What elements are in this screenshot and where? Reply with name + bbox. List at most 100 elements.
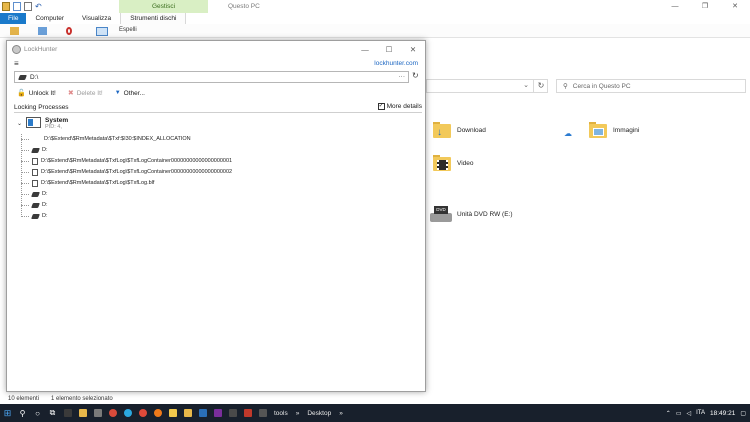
drive-label: Unità DVD RW (E:)	[457, 210, 513, 218]
ribbon-body: Espelli	[0, 24, 750, 38]
minimize-button[interactable]: —	[660, 0, 690, 13]
list-item[interactable]: D:\$Extend\$RmMetadata\$TxfLog\$TxfLogCo…	[21, 167, 232, 177]
folder-icon[interactable]	[2, 2, 10, 11]
toolbar-desktop[interactable]: Desktop	[303, 410, 335, 417]
close-button[interactable]: ✕	[720, 0, 750, 13]
explorer-icon[interactable]	[75, 404, 90, 422]
taskbar: ⊞ ⚲ ○ ⧉ tools » Desktop » ⌃ ▭ ◁ ITA 18:4…	[0, 404, 750, 422]
notification-icon[interactable]: ▢	[740, 410, 746, 417]
drive-icon	[31, 213, 40, 219]
item-count: 10 elementi	[8, 396, 40, 402]
network-icon[interactable]: ▭	[676, 410, 682, 417]
browse-button[interactable]: ···	[399, 72, 406, 82]
terminal-icon[interactable]	[195, 404, 210, 422]
file-icon	[32, 179, 38, 187]
start-button[interactable]: ⊞	[0, 404, 15, 422]
chevron-icon[interactable]: »	[292, 410, 304, 417]
search-input[interactable]: ⚲ Cerca in Questo PC	[556, 79, 746, 93]
locked-path: D:	[42, 191, 48, 197]
minimize-button[interactable]: —	[353, 41, 377, 58]
list-item[interactable]: D:	[21, 211, 48, 221]
settings-icon[interactable]	[255, 404, 270, 422]
firefox-icon[interactable]	[150, 404, 165, 422]
unlock-button[interactable]: 🔓 Unlock It!	[17, 89, 56, 98]
optimize-icon[interactable]	[38, 27, 47, 35]
undo-icon[interactable]: ↶	[35, 2, 43, 11]
tab-drive-tools[interactable]: Strumenti dischi	[120, 13, 187, 24]
refresh-icon[interactable]: ↻	[412, 71, 419, 80]
drive-icon	[18, 74, 27, 80]
tab-view[interactable]: Visualizza	[73, 13, 120, 24]
title-bar[interactable]: LockHunter — ☐ ✕	[7, 41, 425, 58]
chrome-icon[interactable]	[135, 404, 150, 422]
folder-icon[interactable]	[180, 404, 195, 422]
refresh-icon[interactable]: ↻	[533, 79, 548, 93]
list-item[interactable]: D:	[21, 200, 48, 210]
media-icon[interactable]	[105, 404, 120, 422]
close-button[interactable]: ✕	[401, 41, 425, 58]
list-item[interactable]: D:	[21, 189, 48, 199]
format-icon[interactable]	[10, 27, 19, 35]
app-icon[interactable]	[90, 404, 105, 422]
list-item[interactable]: D:	[21, 145, 48, 155]
process-node[interactable]: ⌄ System PID: 4,	[17, 117, 68, 130]
checkbox-checked-icon: ✓	[377, 103, 385, 110]
website-link[interactable]: lockhunter.com	[374, 60, 418, 67]
file-icon	[32, 157, 38, 165]
list-item[interactable]: D:\$Extend\$RmMetadata\$Txf:$I30:$INDEX_…	[21, 134, 191, 144]
drive-icon	[31, 147, 40, 153]
task-view-icon[interactable]: ⧉	[45, 404, 60, 422]
selection-count: 1 elemento selezionato	[51, 396, 113, 402]
hamburger-menu-icon[interactable]: ≡	[14, 59, 19, 68]
properties-icon[interactable]	[13, 2, 21, 11]
locked-path: D:\$Extend\$RmMetadata\$TxfLog\$TxfLogCo…	[41, 169, 233, 175]
dvd-drive[interactable]: DVD Unità DVD RW (E:)	[430, 205, 513, 223]
cortana-icon[interactable]: ○	[30, 404, 45, 422]
folder-download[interactable]: ↓ Download	[433, 122, 486, 138]
lockhunter-logo-icon	[12, 45, 21, 54]
window-title: LockHunter	[24, 46, 58, 53]
more-details-checkbox[interactable]: ✓ More details	[377, 103, 422, 110]
delete-label: Delete It!	[76, 89, 103, 97]
editor-icon[interactable]	[225, 404, 240, 422]
maximize-button[interactable]: ☐	[377, 41, 401, 58]
language-indicator[interactable]: ITA	[696, 410, 705, 416]
list-item[interactable]: D:\$Extend\$RmMetadata\$TxfLog\$TxfLog.b…	[21, 178, 154, 188]
dropdown-triangle-icon: ▼	[114, 90, 121, 96]
lockhunter-icon[interactable]	[240, 404, 255, 422]
eject-button[interactable]: Espelli	[119, 27, 137, 33]
edge-icon[interactable]	[120, 404, 135, 422]
other-button[interactable]: ▼ Other...	[115, 90, 145, 97]
chevron-down-icon[interactable]: ⌄	[519, 79, 533, 93]
folder-label: Video	[457, 159, 474, 167]
tab-file[interactable]: File	[0, 13, 27, 24]
path-input[interactable]: D:\ ···	[14, 71, 409, 83]
chevron-icon[interactable]: »	[335, 410, 347, 417]
locked-path: D:\$Extend\$RmMetadata\$TxfLog\$TxfLog.b…	[41, 180, 155, 186]
cloud-icon: ☁	[564, 129, 572, 138]
search-icon[interactable]: ⚲	[15, 404, 30, 422]
other-label: Other...	[123, 89, 145, 97]
folder-video[interactable]: Video	[433, 155, 474, 171]
eject-icon[interactable]	[96, 27, 108, 36]
cleanup-icon[interactable]	[66, 27, 72, 35]
locking-processes-label: Locking Processes	[14, 104, 69, 111]
toolbar-tools[interactable]: tools	[270, 410, 292, 417]
process-tree[interactable]: ⌄ System PID: 4, D:\$Extend\$RmMetadata\…	[14, 115, 422, 387]
onenote-icon[interactable]	[210, 404, 225, 422]
clock[interactable]: 18:49:21	[710, 410, 735, 417]
store-icon[interactable]	[60, 404, 75, 422]
new-folder-icon[interactable]	[24, 2, 32, 11]
dvd-drive-icon: DVD	[430, 205, 452, 223]
volume-icon[interactable]: ◁	[687, 410, 692, 417]
maximize-button[interactable]: ❐	[690, 0, 720, 13]
action-bar: 🔓 Unlock It! ✖ Delete It! ▼ Other...	[17, 89, 145, 98]
locked-path: D:	[42, 202, 48, 208]
tray-arrow-icon[interactable]: ⌃	[666, 410, 671, 417]
list-item[interactable]: D:\$Extend\$RmMetadata\$TxfLog\$TxfLogCo…	[21, 156, 232, 166]
collapse-icon[interactable]: ⌄	[17, 120, 22, 127]
tab-computer[interactable]: Computer	[26, 13, 73, 24]
folder-pictures[interactable]: Immagini	[589, 122, 639, 138]
notes-icon[interactable]	[165, 404, 180, 422]
delete-button[interactable]: ✖ Delete It!	[68, 89, 103, 98]
